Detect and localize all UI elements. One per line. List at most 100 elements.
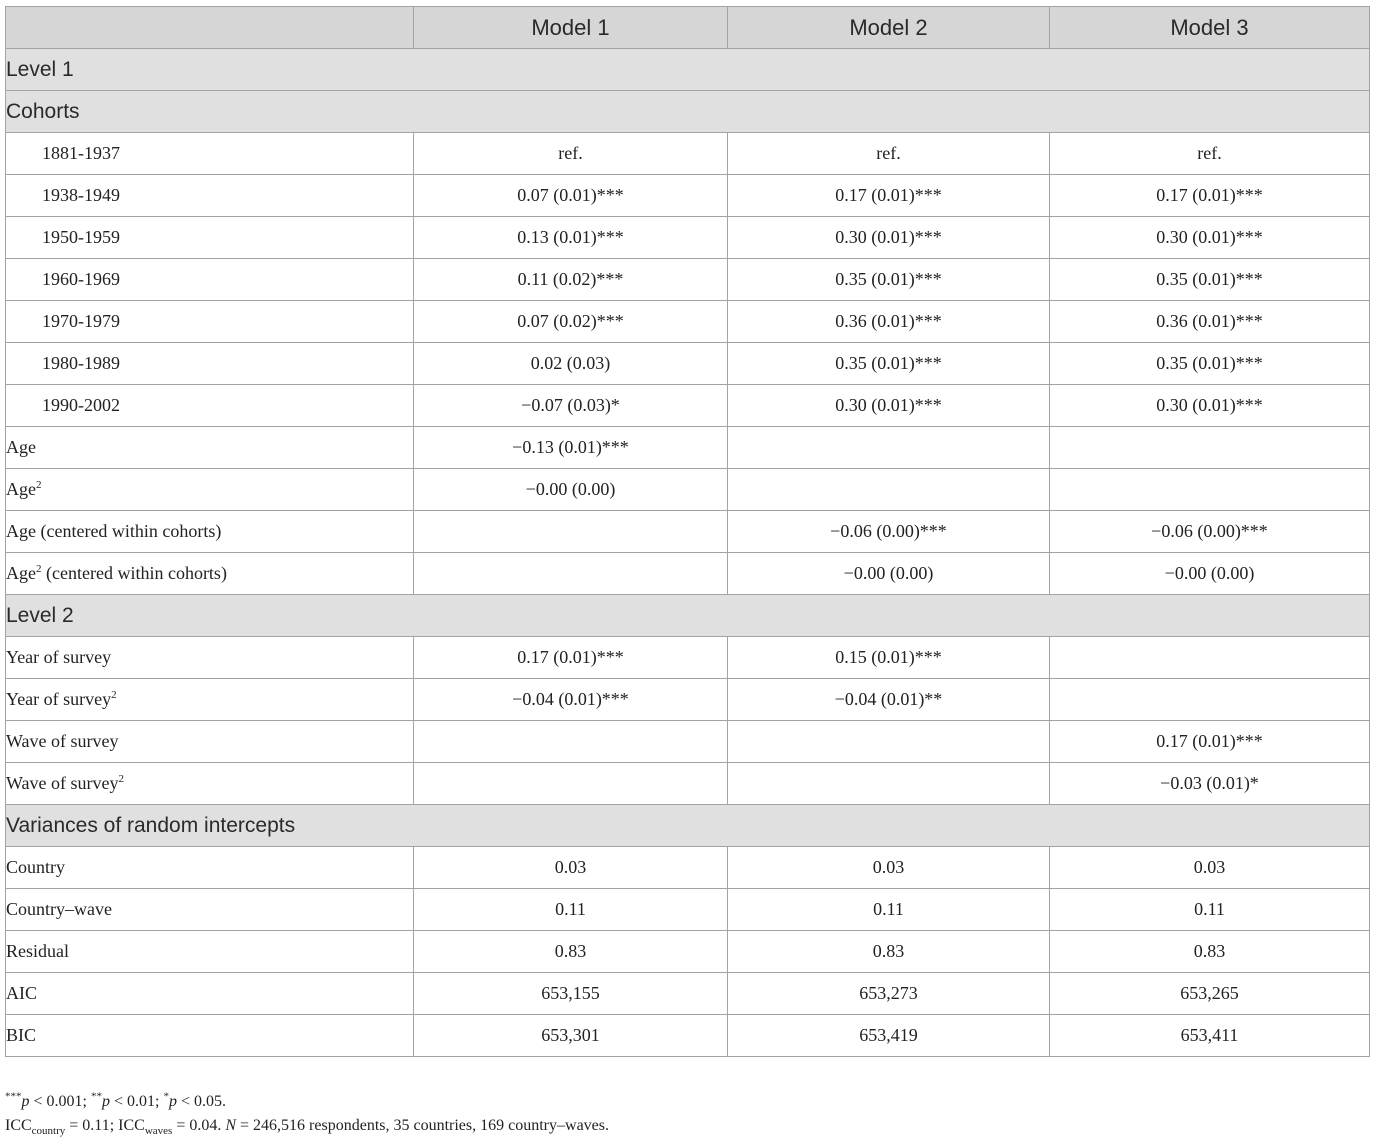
cell-model-1: −0.04 (0.01)***	[413, 678, 728, 721]
row-label-text: Age	[6, 437, 36, 457]
row-label-text: Age (centered within cohorts)	[6, 521, 222, 541]
cell-model-1: 0.11 (0.02)***	[413, 258, 728, 301]
cell-model-3: 0.30 (0.01)***	[1049, 216, 1370, 259]
table-row: Age (centered within cohorts) −0.06 (0.0…	[5, 510, 1370, 553]
cell-model-2: 0.03	[727, 846, 1050, 889]
cell-model-1: −0.00 (0.00)	[413, 468, 728, 511]
table-row: 1960-1969 0.11 (0.02)*** 0.35 (0.01)*** …	[5, 258, 1370, 301]
cell-model-2	[727, 426, 1050, 469]
header-empty	[5, 6, 414, 49]
cell-model-2: 0.30 (0.01)***	[727, 216, 1050, 259]
header-model-2: Model 2	[727, 6, 1050, 49]
table-row: BIC 653,301 653,419 653,411	[5, 1014, 1370, 1057]
cell-model-1	[413, 552, 728, 595]
table-row: 1938-1949 0.07 (0.01)*** 0.17 (0.01)*** …	[5, 174, 1370, 217]
table-row: 1990-2002 −0.07 (0.03)* 0.30 (0.01)*** 0…	[5, 384, 1370, 427]
footnote-text: < 0.01;	[109, 1093, 164, 1110]
row-label: 1881-1937	[5, 132, 414, 175]
header-model-1: Model 1	[413, 6, 728, 49]
cell-model-2: 0.35 (0.01)***	[727, 342, 1050, 385]
regression-table: Model 1 Model 2 Model 3 Level 1 Cohorts …	[5, 6, 1370, 1057]
cell-model-3: 0.17 (0.01)***	[1049, 174, 1370, 217]
row-label-text: Age	[6, 563, 36, 583]
header-row: Model 1 Model 2 Model 3	[5, 6, 1370, 49]
cell-model-3: 0.11	[1049, 888, 1370, 931]
cell-model-1: −0.07 (0.03)*	[413, 384, 728, 427]
footnote-text: < 0.05.	[176, 1093, 226, 1110]
table-row: 1970-1979 0.07 (0.02)*** 0.36 (0.01)*** …	[5, 300, 1370, 343]
cell-model-1	[413, 510, 728, 553]
footnote-text: = 246,516 respondents, 35 countries, 169…	[236, 1117, 609, 1134]
row-label: Age2 (centered within cohorts)	[5, 552, 414, 595]
significance-footnote: ***p < 0.001; **p < 0.01; *p < 0.05.	[5, 1090, 609, 1114]
cell-model-1: 0.13 (0.01)***	[413, 216, 728, 259]
superscript: ***	[5, 1090, 22, 1103]
section-row: Cohorts	[5, 90, 1370, 133]
subscript: country	[31, 1125, 66, 1138]
table-row: Residual 0.83 0.83 0.83	[5, 930, 1370, 973]
table-row: Year of survey2 −0.04 (0.01)*** −0.04 (0…	[5, 678, 1370, 721]
cell-model-2	[727, 720, 1050, 763]
cell-model-3: −0.03 (0.01)*	[1049, 762, 1370, 805]
cell-model-3: 0.83	[1049, 930, 1370, 973]
section-row: Variances of random intercepts	[5, 804, 1370, 847]
cell-model-3: 0.30 (0.01)***	[1049, 384, 1370, 427]
table-row: Age2 −0.00 (0.00)	[5, 468, 1370, 511]
row-label: 1990-2002	[5, 384, 414, 427]
row-label: 1960-1969	[5, 258, 414, 301]
table-row: Wave of survey 0.17 (0.01)***	[5, 720, 1370, 763]
p-symbol: p	[168, 1093, 177, 1110]
p-symbol: p	[21, 1093, 30, 1110]
cell-model-3: 0.35 (0.01)***	[1049, 342, 1370, 385]
table-row: 1980-1989 0.02 (0.03) 0.35 (0.01)*** 0.3…	[5, 342, 1370, 385]
cell-model-2: 653,419	[727, 1014, 1050, 1057]
table-footnotes: ***p < 0.001; **p < 0.01; *p < 0.05. ICC…	[5, 1090, 609, 1138]
row-label: Wave of survey	[5, 720, 414, 763]
table-row: Country–wave 0.11 0.11 0.11	[5, 888, 1370, 931]
table-row: Year of survey 0.17 (0.01)*** 0.15 (0.01…	[5, 636, 1370, 679]
row-label: Age2	[5, 468, 414, 511]
p-symbol: p	[101, 1093, 110, 1110]
row-label: Country	[5, 846, 414, 889]
section-level-1: Level 1	[5, 48, 1370, 91]
row-label: Year of survey	[5, 636, 414, 679]
table-row: Age −0.13 (0.01)***	[5, 426, 1370, 469]
row-label: 1950-1959	[5, 216, 414, 259]
footnote-text: = 0.11;	[65, 1117, 119, 1134]
cell-model-2: 0.35 (0.01)***	[727, 258, 1050, 301]
cell-model-1: 0.02 (0.03)	[413, 342, 728, 385]
row-label: Year of survey2	[5, 678, 414, 721]
row-label-text: Year of survey	[6, 647, 112, 667]
row-label: BIC	[5, 1014, 414, 1057]
row-label: 1980-1989	[5, 342, 414, 385]
cell-model-1: ref.	[413, 132, 728, 175]
cell-model-1: 0.83	[413, 930, 728, 973]
cell-model-2: 0.36 (0.01)***	[727, 300, 1050, 343]
row-label-suffix: (centered within cohorts)	[41, 563, 227, 583]
table-row: Age2 (centered within cohorts) −0.00 (0.…	[5, 552, 1370, 595]
cell-model-1: −0.13 (0.01)***	[413, 426, 728, 469]
icc-label: ICC	[5, 1117, 32, 1134]
table-row: AIC 653,155 653,273 653,265	[5, 972, 1370, 1015]
header-model-3: Model 3	[1049, 6, 1370, 49]
section-row: Level 1	[5, 48, 1370, 91]
cell-model-2: −0.00 (0.00)	[727, 552, 1050, 595]
cell-model-3	[1049, 426, 1370, 469]
row-label: 1938-1949	[5, 174, 414, 217]
cell-model-2: 653,273	[727, 972, 1050, 1015]
table-row: Country 0.03 0.03 0.03	[5, 846, 1370, 889]
subscript: waves	[144, 1125, 173, 1138]
footnote-text: < 0.001;	[29, 1093, 91, 1110]
cell-model-2: 0.30 (0.01)***	[727, 384, 1050, 427]
cell-model-1: 0.11	[413, 888, 728, 931]
table-row: Wave of survey2 −0.03 (0.01)*	[5, 762, 1370, 805]
superscript: 2	[111, 689, 117, 701]
cell-model-2: 0.15 (0.01)***	[727, 636, 1050, 679]
cell-model-2	[727, 468, 1050, 511]
cell-model-1: 0.03	[413, 846, 728, 889]
cell-model-2: ref.	[727, 132, 1050, 175]
cell-model-3: 653,411	[1049, 1014, 1370, 1057]
cell-model-1: 0.07 (0.02)***	[413, 300, 728, 343]
cell-model-3: 653,265	[1049, 972, 1370, 1015]
cell-model-3	[1049, 468, 1370, 511]
